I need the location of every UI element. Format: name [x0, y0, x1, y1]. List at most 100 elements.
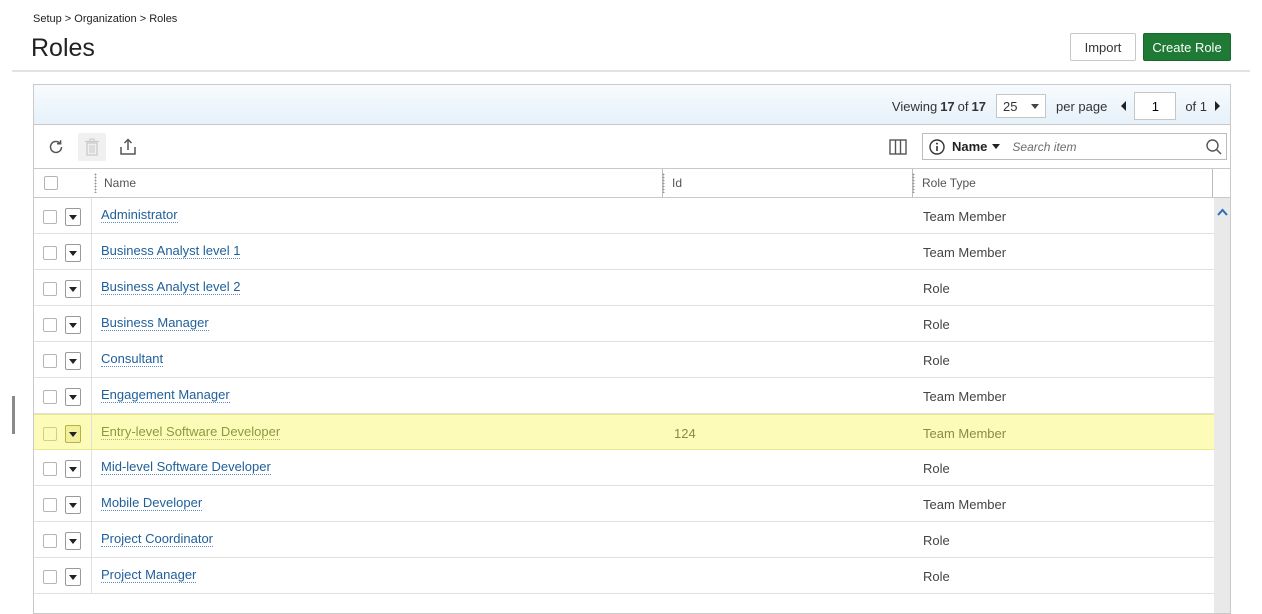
row-menu-button[interactable] — [65, 460, 81, 478]
search-field-label[interactable]: Name — [952, 139, 987, 154]
column-header-id[interactable]: Id — [662, 169, 913, 197]
side-panel-handle[interactable] — [12, 396, 15, 434]
viewing-of: of — [957, 98, 969, 114]
row-menu-button[interactable] — [65, 208, 81, 226]
table-row[interactable]: Business Analyst level 2 Role — [34, 270, 1214, 306]
role-type: Role — [923, 533, 950, 548]
role-type: Team Member — [923, 245, 1007, 260]
role-name-link[interactable]: Business Analyst level 1 — [101, 243, 241, 259]
role-name-link[interactable]: Business Analyst level 2 — [101, 279, 241, 295]
prev-page-icon[interactable] — [1121, 101, 1127, 111]
row-menu-button[interactable] — [65, 568, 81, 586]
table-row[interactable]: Mid-level Software Developer Role — [34, 450, 1214, 486]
page-title: Roles — [31, 34, 95, 62]
page-count-label: of 1 — [1185, 98, 1207, 114]
row-menu-button[interactable] — [65, 316, 81, 334]
import-button[interactable]: Import — [1070, 33, 1136, 61]
chevron-down-icon — [1030, 104, 1039, 109]
table-row[interactable]: Consultant Role — [34, 342, 1214, 378]
column-resize-grip[interactable] — [94, 173, 97, 193]
next-page-icon[interactable] — [1215, 101, 1220, 111]
table-row[interactable]: Engagement Manager Team Member — [34, 378, 1214, 414]
role-name-link[interactable]: Mid-level Software Developer — [101, 459, 271, 475]
column-header-role-type[interactable]: Role Type — [912, 169, 1213, 197]
export-icon[interactable] — [116, 135, 140, 159]
role-type: Role — [923, 281, 950, 296]
row-checkbox[interactable] — [43, 354, 57, 368]
row-divider — [91, 522, 92, 557]
page-number-input[interactable] — [1134, 92, 1177, 120]
role-type: Role — [923, 461, 950, 476]
table-row[interactable]: Mobile Developer Team Member — [34, 486, 1214, 522]
role-type: Team Member — [923, 497, 1007, 512]
roles-grid-panel: Viewing 17 of 17 25 per page of 1 — [33, 84, 1231, 614]
role-type: Role — [923, 317, 950, 332]
role-type: Team Member — [923, 426, 1007, 441]
row-checkbox[interactable] — [43, 318, 57, 332]
row-divider — [91, 486, 92, 521]
column-header-id-label: Id — [672, 176, 683, 190]
row-checkbox[interactable] — [43, 427, 57, 441]
role-name-link[interactable]: Engagement Manager — [101, 387, 230, 403]
search-icon[interactable] — [1205, 138, 1223, 161]
row-menu-button[interactable] — [65, 244, 81, 262]
table-body: Administrator Team Member Business Analyst… — [34, 198, 1214, 594]
breadcrumb[interactable]: Setup > Organization > Roles — [33, 13, 177, 25]
role-name-link[interactable]: Mobile Developer — [101, 495, 203, 511]
info-icon[interactable] — [929, 138, 945, 155]
refresh-icon[interactable] — [44, 135, 68, 159]
row-checkbox[interactable] — [43, 210, 57, 224]
create-role-button[interactable]: Create Role — [1143, 33, 1231, 61]
row-divider — [91, 234, 92, 269]
row-checkbox[interactable] — [43, 390, 57, 404]
table-row[interactable]: Business Analyst level 1 Team Member — [34, 234, 1214, 270]
row-menu-button[interactable] — [65, 496, 81, 514]
role-name-link[interactable]: Administrator — [101, 207, 178, 223]
row-menu-button[interactable] — [65, 280, 81, 298]
search-input[interactable] — [1010, 138, 1205, 155]
role-name-link[interactable]: Entry-level Software Developer — [101, 424, 281, 440]
role-type: Role — [923, 353, 950, 368]
role-type: Team Member — [923, 209, 1007, 224]
columns-icon[interactable] — [886, 135, 910, 159]
pager: Viewing 17 of 17 25 per page of 1 — [892, 92, 1220, 120]
column-resize-grip[interactable] — [662, 173, 665, 193]
table-row[interactable]: Project Manager Role — [34, 558, 1214, 594]
chevron-down-icon[interactable] — [992, 144, 1001, 149]
per-page-value: 25 — [1002, 98, 1018, 114]
row-checkbox[interactable] — [43, 462, 57, 476]
row-divider — [91, 306, 92, 341]
pager-bar: Viewing 17 of 17 25 per page of 1 — [34, 85, 1230, 125]
row-checkbox[interactable] — [43, 498, 57, 512]
row-checkbox[interactable] — [43, 570, 57, 584]
table-row[interactable]: Project Coordinator Role — [34, 522, 1214, 558]
column-header-name[interactable]: Name — [94, 169, 663, 197]
row-divider — [91, 342, 92, 377]
row-menu-button[interactable] — [65, 425, 81, 443]
row-menu-button[interactable] — [65, 352, 81, 370]
role-name-link[interactable]: Consultant — [101, 351, 164, 367]
row-menu-button[interactable] — [65, 532, 81, 550]
row-checkbox[interactable] — [43, 282, 57, 296]
table-row[interactable]: Entry-level Software Developer 124 Team Me… — [34, 414, 1214, 450]
role-name-link[interactable]: Project Coordinator — [101, 531, 213, 547]
row-menu-button[interactable] — [65, 388, 81, 406]
delete-icon[interactable] — [78, 133, 106, 161]
table-row[interactable]: Business Manager Role — [34, 306, 1214, 342]
viewing-count: 17 — [940, 98, 955, 114]
column-header-role-type-label: Role Type — [922, 176, 976, 190]
select-all-checkbox[interactable] — [44, 176, 58, 190]
column-resize-grip[interactable] — [912, 173, 915, 193]
per-page-label: per page — [1055, 98, 1108, 114]
row-checkbox[interactable] — [43, 246, 57, 260]
role-name-link[interactable]: Business Manager — [101, 315, 209, 331]
row-divider — [91, 378, 92, 413]
per-page-select[interactable]: 25 — [995, 94, 1046, 118]
viewing-total: 17 — [971, 98, 986, 114]
table-row[interactable]: Administrator Team Member — [34, 198, 1214, 234]
column-header-name-label: Name — [104, 176, 137, 190]
chevron-up-icon[interactable] — [1217, 203, 1228, 221]
role-name-link[interactable]: Project Manager — [101, 567, 197, 583]
vertical-scrollbar[interactable] — [1214, 198, 1230, 613]
row-checkbox[interactable] — [43, 534, 57, 548]
